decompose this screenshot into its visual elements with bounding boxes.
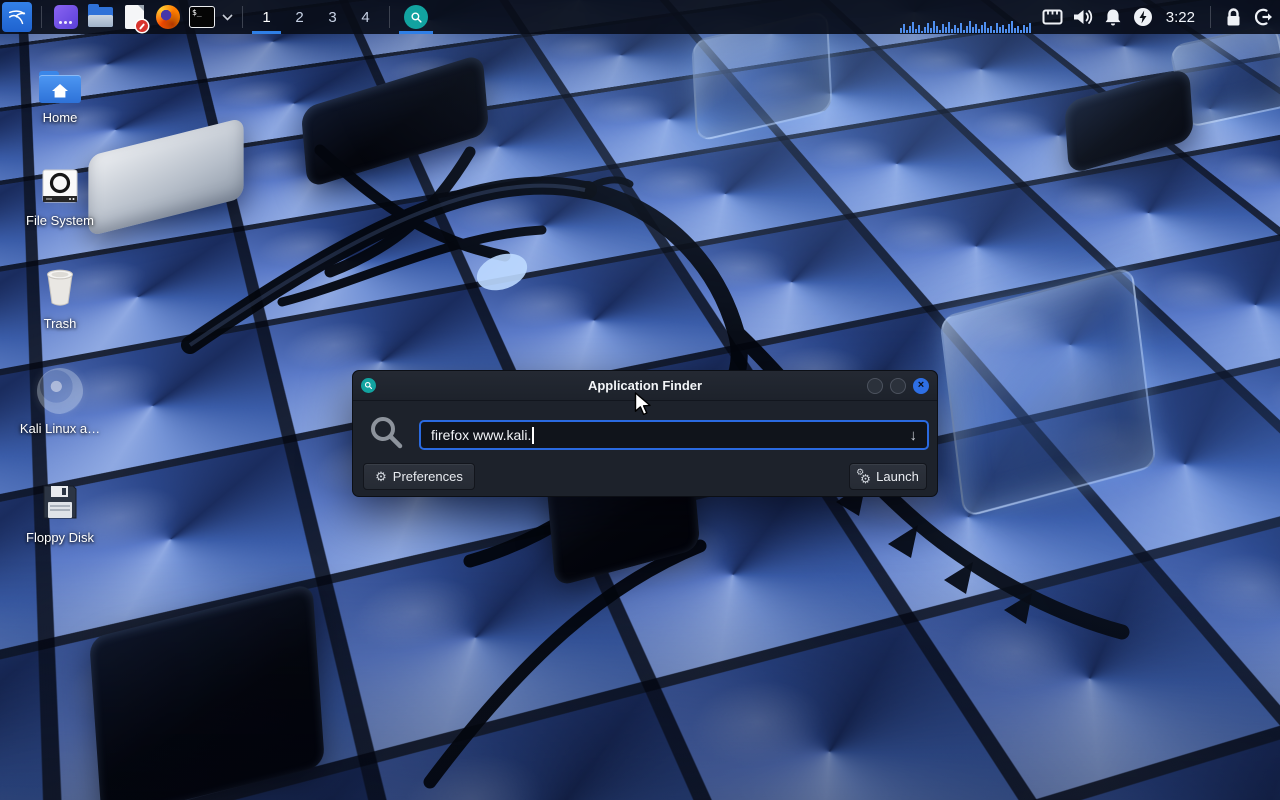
chevron-down-icon	[222, 14, 233, 21]
power-manager-tray-button[interactable]	[1128, 0, 1158, 34]
panel-separator	[1210, 6, 1211, 28]
preferences-button-label: Preferences	[393, 469, 463, 484]
desktop-icon-label: Home	[43, 111, 78, 125]
log-out-button[interactable]	[1248, 0, 1278, 34]
gear-icon: ⚙	[375, 470, 387, 483]
top-panel: $_ 1 2 3 4	[0, 0, 1280, 34]
search-input[interactable]: firefox www.kali. ↓	[419, 420, 929, 450]
firefox-icon	[156, 5, 180, 29]
minimize-button[interactable]	[867, 378, 883, 394]
kali-logo-icon	[6, 6, 28, 28]
dialog-titlebar[interactable]: Application Finder ×	[353, 371, 937, 401]
panel-separator	[389, 6, 390, 28]
desktop-icon-file-system[interactable]: File System	[12, 160, 108, 228]
ethernet-icon	[1042, 8, 1063, 26]
launcher-text-editor[interactable]	[117, 0, 151, 34]
workspace-label: 2	[295, 9, 303, 26]
home-folder-icon	[39, 57, 81, 103]
desktop-app-icon	[54, 5, 78, 29]
log-out-icon	[1253, 7, 1273, 27]
lock-icon	[1225, 8, 1242, 27]
panel-separator	[41, 6, 42, 28]
dropdown-arrow-icon[interactable]: ↓	[910, 427, 918, 444]
search-icon	[369, 415, 405, 451]
launch-icon: ⚙ ⚙	[857, 470, 870, 484]
appfinder-window-button[interactable]	[397, 0, 435, 34]
desktop-icon-home[interactable]: Home	[12, 57, 108, 125]
terminal-dropdown[interactable]	[219, 0, 235, 34]
dialog-title: Application Finder	[353, 378, 937, 393]
desktop-icon-floppy-disk[interactable]: Floppy Disk	[12, 477, 108, 545]
notifications-tray-button[interactable]	[1098, 0, 1128, 34]
terminal-icon: $_	[189, 6, 215, 28]
power-icon	[1133, 7, 1153, 27]
cpu-graph-bars	[900, 19, 1032, 34]
optical-disc-icon	[37, 368, 83, 414]
close-button[interactable]: ×	[913, 378, 929, 394]
application-finder-dialog: Application Finder × firefox www.kali. ↓…	[352, 370, 938, 497]
launcher-firefox[interactable]	[151, 0, 185, 34]
appfinder-titlebar-icon	[361, 378, 376, 393]
workspace-button-4[interactable]: 4	[349, 0, 382, 34]
desktop-icon-label: File System	[26, 214, 94, 228]
text-caret	[532, 427, 534, 444]
file-manager-icon	[88, 7, 113, 27]
close-icon: ×	[918, 380, 924, 391]
maximize-button[interactable]	[890, 378, 906, 394]
desktop-icon-label: Floppy Disk	[26, 531, 94, 545]
system-tray: 3:22	[900, 0, 1280, 34]
workspace-button-3[interactable]: 3	[316, 0, 349, 34]
bell-icon	[1104, 8, 1122, 27]
volume-icon	[1072, 8, 1094, 26]
application-finder-icon	[404, 5, 428, 29]
desktop-icon-label: Kali Linux a…	[20, 422, 100, 436]
cpu-graph[interactable]	[900, 0, 1032, 34]
launcher-terminal[interactable]: $_	[185, 0, 219, 34]
volume-tray-button[interactable]	[1068, 0, 1098, 34]
text-editor-icon	[125, 5, 144, 29]
workspace-button-2[interactable]: 2	[283, 0, 316, 34]
panel-separator	[242, 6, 243, 28]
desktop-icon-trash[interactable]: Trash	[12, 263, 108, 331]
hard-drive-icon	[40, 160, 80, 206]
launcher-desktop-app[interactable]	[49, 0, 83, 34]
desktop-icon-kali-linux[interactable]: Kali Linux a…	[12, 368, 108, 436]
workspace-button-1[interactable]: 1	[250, 0, 283, 34]
desktop-icon-label: Trash	[44, 317, 77, 331]
preferences-button[interactable]: ⚙ Preferences	[363, 463, 475, 490]
search-input-value: firefox www.kali.	[431, 427, 531, 443]
workspace-label: 1	[262, 9, 270, 26]
launch-button-label: Launch	[876, 469, 919, 484]
applications-menu-button[interactable]	[2, 2, 32, 32]
launch-button[interactable]: ⚙ ⚙ Launch	[849, 463, 927, 490]
trash-bin-icon	[38, 263, 82, 309]
launcher-file-manager[interactable]	[83, 0, 117, 34]
workspace-label: 3	[328, 9, 336, 26]
workspace-label: 4	[361, 9, 369, 26]
panel-clock[interactable]: 3:22	[1158, 9, 1203, 26]
lock-screen-button[interactable]	[1218, 0, 1248, 34]
network-tray-button[interactable]	[1038, 0, 1068, 34]
floppy-disk-icon	[39, 477, 81, 523]
